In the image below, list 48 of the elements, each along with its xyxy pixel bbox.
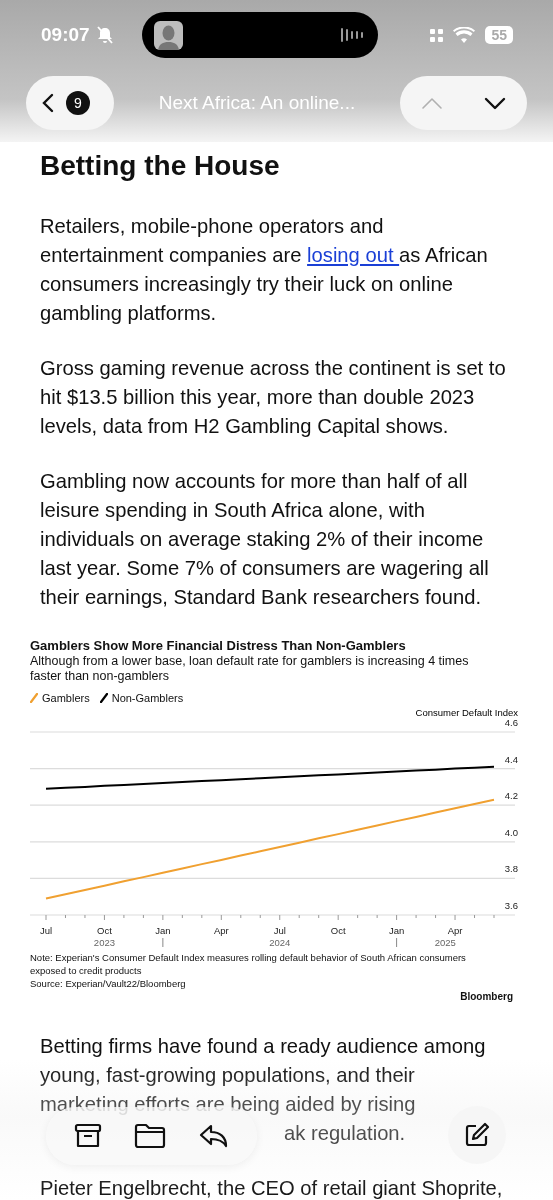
avatar-icon xyxy=(153,20,183,50)
wifi-icon xyxy=(453,27,476,43)
dynamic-island[interactable] xyxy=(141,12,378,58)
article-paragraph: Gambling now accounts for more than half of all leisure spending in South Africa alone, with individuals on average staking 2% of their income last year. Some 7% of consumers are wagering all their earnings, Standard Bank researchers found. xyxy=(40,469,490,610)
folder-icon xyxy=(134,1123,167,1149)
grid-icon xyxy=(430,28,444,42)
x-tick-label: Jul xyxy=(273,925,286,936)
waveform-icon xyxy=(339,27,366,43)
archive-box-icon xyxy=(74,1123,103,1149)
chart-source: Source: Experian/Vault22/Bloomberg xyxy=(30,978,187,989)
x-tick-label: Apr xyxy=(447,925,463,936)
chart-subtitle: Although from a lower base, loan default rate for gamblers is increasing 4 times faster than non-gamblers xyxy=(30,654,470,684)
year-label: 2023 xyxy=(93,937,115,948)
bell-slash-icon xyxy=(95,26,114,44)
legend-label: Gamblers xyxy=(42,692,90,704)
chevron-left-icon xyxy=(42,93,54,113)
x-tick-label: Jan xyxy=(155,925,171,936)
y-tick-label: 4.2 xyxy=(504,790,518,802)
y-tick-label: 3.6 xyxy=(504,900,518,911)
chart-title: Gamblers Show More Financial Distress Than Non-Gamblers xyxy=(30,638,407,653)
reply-arrow-icon xyxy=(198,1123,229,1149)
x-tick-label: Oct xyxy=(330,925,346,936)
count-badge: 9 xyxy=(66,91,90,115)
page-title: Next Africa: An online... xyxy=(157,92,357,114)
article-paragraph: Retailers, mobile-phone operators and entertainment companies are losing out as African consumers increasingly try their luck on online gambling platforms. xyxy=(40,214,489,326)
chart-note: Note: Experian's Consumer Default Index measures rolling default behavior of South African consumers exposed to credit products xyxy=(30,951,467,977)
y-tick-label: 4.4 xyxy=(504,753,518,765)
y-axis-title: Consumer Default Index xyxy=(415,707,518,718)
x-tick-label: Apr xyxy=(213,925,229,936)
article-link[interactable]: losing out xyxy=(307,244,400,266)
article-paragraph: Pieter Engelbrecht, the CEO of retail giant Shoprite, xyxy=(40,1176,504,1200)
year-label: 2025 xyxy=(434,937,456,948)
y-tick-label: 4.0 xyxy=(504,826,518,838)
chart-brand: Bloomberg xyxy=(459,991,513,1002)
y-tick-label: 4.6 xyxy=(504,717,518,728)
x-tick-label: Jan xyxy=(388,925,405,936)
article-heading: Betting the House xyxy=(40,149,281,183)
article-paragraph: Gross gaming revenue across the continent is set to hit $13.5 billion this year, more than double 2023 levels, data from H2 Gambling Capital shows. xyxy=(40,356,507,439)
battery-level: 55 xyxy=(485,26,513,44)
x-tick-label: Oct xyxy=(97,925,112,936)
y-tick-label: 3.8 xyxy=(504,863,518,875)
legend-label: Non-Gamblers xyxy=(111,692,184,704)
x-tick-label: Jul xyxy=(39,925,53,936)
year-label: 2024 xyxy=(269,937,291,948)
status-time: 09:07 xyxy=(41,24,90,46)
back-button[interactable]: 9 xyxy=(26,76,114,130)
text-fragment: ak regulation. xyxy=(284,1121,406,1146)
compose-icon xyxy=(464,1122,490,1148)
